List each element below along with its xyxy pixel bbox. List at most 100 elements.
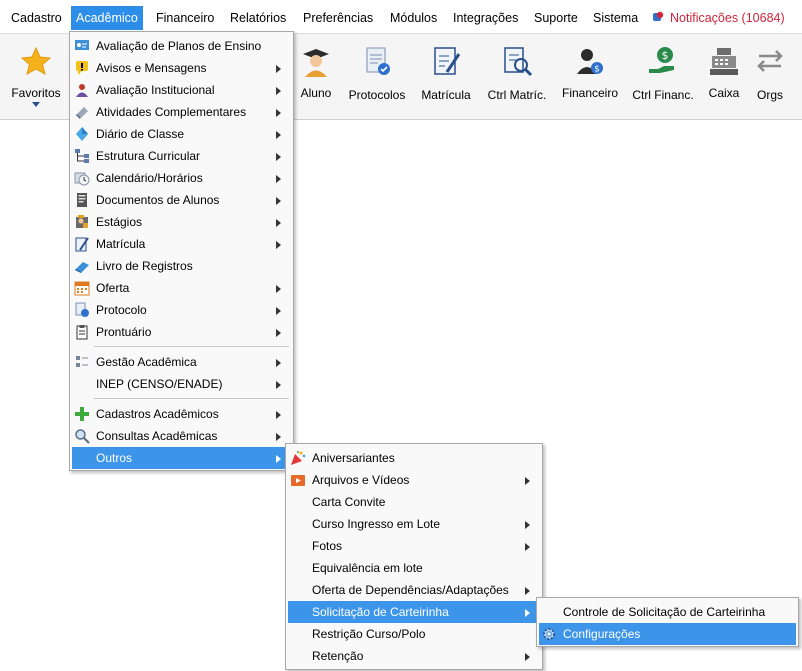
menu-item-label: Curso Ingresso em Lote (312, 517, 441, 531)
submenu-arrow-icon (276, 109, 281, 117)
menu-item-label: Cadastros Acadêmicos (96, 407, 219, 421)
menu-item-label: Estágios (96, 215, 143, 229)
menu-preferencias[interactable]: Preferências (298, 6, 378, 30)
menu-integracoes[interactable]: Integrações (448, 6, 523, 30)
submenu-arrow-icon (276, 455, 281, 463)
menu-item-estagios[interactable]: Estágios (72, 211, 291, 233)
notification-icon (652, 7, 664, 21)
menu-item-diario-classe[interactable]: Diário de Classe (72, 123, 291, 145)
outros-submenu: Aniversariantes Arquivos e Vídeos Carta … (285, 443, 543, 670)
menu-item-curso-ingresso-lote[interactable]: Curso Ingresso em Lote (288, 513, 540, 535)
menu-item-oferta-dependencias[interactable]: Oferta de Dependências/Adaptações (288, 579, 540, 601)
enrollment-control-icon (500, 44, 534, 78)
menu-cadastro[interactable]: Cadastro (6, 6, 67, 30)
menu-item-label: Oferta de Dependências/Adaptações (312, 583, 509, 597)
menu-item-label: Documentos de Alunos (96, 193, 220, 207)
menu-item-avaliacao-planos[interactable]: Avaliação de Planos de Ensino (72, 35, 291, 57)
menu-modulos[interactable]: Módulos (385, 6, 442, 30)
submenu-arrow-icon (525, 543, 530, 551)
menu-separator (94, 398, 289, 399)
party-icon (290, 450, 306, 466)
svg-text:$: $ (662, 49, 669, 62)
menu-item-solicitacao-carteirinha[interactable]: Solicitação de Carteirinha (288, 601, 540, 623)
toolbar-favoritos-label: Favoritos (11, 86, 61, 100)
menu-relatorios[interactable]: Relatórios (225, 6, 291, 30)
submenu-arrow-icon (276, 131, 281, 139)
carteirinha-submenu: Controle de Solicitação de Carteirinha C… (536, 597, 799, 647)
menu-item-label: Gestão Acadêmica (96, 355, 197, 369)
toolbar-favoritos-button[interactable]: Favoritos (6, 34, 66, 120)
menu-item-label: Consultas Acadêmicas (96, 429, 218, 443)
toolbar-aluno-button[interactable]: Aluno (293, 34, 339, 120)
cash-register-icon (707, 44, 741, 78)
menu-sistema[interactable]: Sistema (588, 6, 643, 30)
menu-academico[interactable]: Acadêmico (71, 6, 143, 30)
menu-item-equivalencia-lote[interactable]: Equivalência em lote (288, 557, 540, 579)
menu-item-label: Calendário/Horários (96, 171, 203, 185)
menu-item-gestao-academica[interactable]: Gestão Acadêmica (72, 351, 291, 373)
menu-item-aniversariantes[interactable]: Aniversariantes (288, 447, 540, 469)
menu-item-cadastros-academicos[interactable]: Cadastros Acadêmicos (72, 403, 291, 425)
menu-item-documentos-alunos[interactable]: Documentos de Alunos (72, 189, 291, 211)
menu-item-avisos-mensagens[interactable]: Avisos e Mensagens (72, 57, 291, 79)
menu-item-label: Restrição Curso/Polo (312, 627, 426, 641)
finance-control-icon: $ (646, 44, 680, 78)
menu-item-calendario-horarios[interactable]: Calendário/Horários (72, 167, 291, 189)
submenu-arrow-icon (276, 359, 281, 367)
submenu-arrow-icon (276, 241, 281, 249)
menu-item-label: Fotos (312, 539, 343, 553)
menu-item-estrutura-curricular[interactable]: Estrutura Curricular (72, 145, 291, 167)
menu-suporte[interactable]: Suporte (529, 6, 583, 30)
submenu-arrow-icon (525, 653, 530, 661)
protocol-icon (74, 302, 90, 318)
menu-item-prontuario[interactable]: Prontuário (72, 321, 291, 343)
menu-item-fotos[interactable]: Fotos (288, 535, 540, 557)
worker-icon (74, 214, 90, 230)
menu-item-label: Arquivos e Vídeos (312, 473, 410, 487)
swap-arrows-icon (753, 44, 787, 78)
menu-item-label: Controle de Solicitação de Carteirinha (563, 605, 766, 619)
plus-icon (74, 406, 90, 422)
menu-item-oferta[interactable]: Oferta (72, 277, 291, 299)
toolbar-orgs-button[interactable]: Orgs (750, 34, 790, 120)
toolbar-protocolos-button[interactable]: Protocolos (344, 34, 410, 120)
toolbar-financeiro-button[interactable]: $ Financeiro (558, 34, 622, 120)
menu-item-protocolo[interactable]: Protocolo (72, 299, 291, 321)
menu-item-arquivos-videos[interactable]: Arquivos e Vídeos (288, 469, 540, 491)
menu-financeiro[interactable]: Financeiro (151, 6, 219, 30)
menu-item-controle-solicitacao[interactable]: Controle de Solicitação de Carteirinha (539, 601, 796, 623)
toolbar-ctrl-financ-button[interactable]: $ Ctrl Financ. (630, 34, 696, 120)
books-icon (74, 104, 90, 120)
menu-item-livro-registros[interactable]: Livro de Registros (72, 255, 291, 277)
menu-item-avaliacao-institucional[interactable]: Avaliação Institucional (72, 79, 291, 101)
submenu-arrow-icon (525, 609, 530, 617)
menu-item-carta-convite[interactable]: Carta Convite (288, 491, 540, 513)
toolbar-matricula-label: Matrícula (421, 88, 471, 102)
menu-item-atividades-complementares[interactable]: Atividades Complementares (72, 101, 291, 123)
clock-calendar-icon (74, 170, 90, 186)
menu-item-consultas-academicas[interactable]: Consultas Acadêmicas (72, 425, 291, 447)
menu-item-label: Configurações (563, 627, 641, 641)
submenu-arrow-icon (276, 65, 281, 73)
notifications-link[interactable]: Notificações (10684) (652, 6, 785, 30)
menu-item-restricao-curso-polo[interactable]: Restrição Curso/Polo (288, 623, 540, 645)
menu-item-label: Solicitação de Carteirinha (312, 605, 449, 619)
clipboard-icon (74, 324, 90, 340)
toolbar-financeiro-label: Financeiro (561, 86, 619, 100)
menu-item-inep[interactable]: INEP (CENSO/ENADE) (72, 373, 291, 395)
chevron-down-icon (32, 102, 40, 107)
menu-item-label: Aniversariantes (312, 451, 395, 465)
menu-item-configuracoes[interactable]: Configurações (539, 623, 796, 645)
toolbar-ctrl-matric-button[interactable]: Ctrl Matríc. (484, 34, 550, 120)
menu-item-retencao[interactable]: Retenção (288, 645, 540, 667)
menu-item-label: Atividades Complementares (96, 105, 247, 119)
toolbar-caixa-button[interactable]: Caixa (704, 34, 744, 120)
toolbar-aluno-label: Aluno (300, 86, 332, 100)
submenu-arrow-icon (525, 521, 530, 529)
menu-item-matricula[interactable]: Matrícula (72, 233, 291, 255)
menu-item-outros[interactable]: Outros (72, 447, 291, 469)
toolbar-matricula-button[interactable]: Matrícula (418, 34, 474, 120)
document-icon (74, 192, 90, 208)
menu-separator (94, 346, 289, 347)
menu-item-label: Diário de Classe (96, 127, 185, 141)
